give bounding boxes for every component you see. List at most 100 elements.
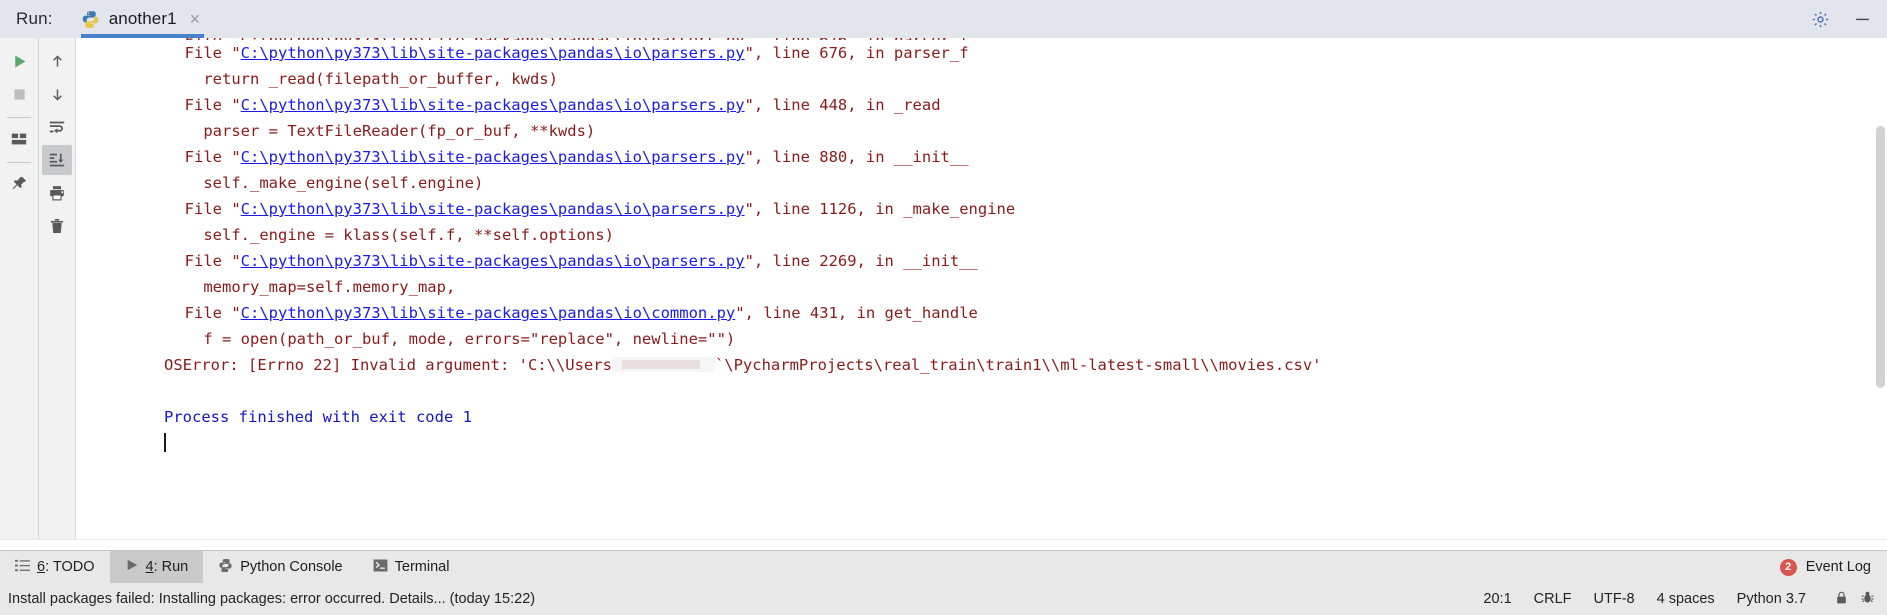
sidebar-item-run[interactable]: 4: Run — [109, 551, 204, 583]
file-prefix: File " — [166, 44, 241, 62]
python-icon — [218, 558, 233, 577]
python-icon — [81, 10, 100, 29]
run-console-output[interactable]: File "C:\python\py373\lib\site-packages\… — [76, 38, 1887, 539]
status-bar: Install packages failed: Installing pack… — [0, 583, 1887, 615]
file-suffix: ", line 2269, in __init__ — [744, 252, 978, 270]
console-exit-line: Process finished with exit code 1 — [76, 404, 1887, 430]
tab-number: 4 — [145, 559, 154, 575]
tool-window-bar: 6: TODO 4: Run Python Console Terminal 2… — [0, 550, 1887, 583]
console-line-file: File "C:\python\py373\lib\site-packages\… — [76, 144, 1887, 170]
console-line-file: File "C:\python\py373\lib\site-packages\… — [76, 40, 1887, 66]
toolbar-divider-2 — [7, 162, 31, 163]
sidebar-item-todo-label: 6: TODO — [37, 559, 95, 575]
tab-text: : Run — [153, 559, 189, 575]
arrow-down-icon[interactable] — [42, 79, 72, 109]
soft-wrap-icon[interactable] — [42, 112, 72, 142]
file-suffix: ", line 1126, in _make_engine — [744, 200, 1016, 218]
sidebar-item-run-label: 4: Run — [146, 559, 189, 575]
file-link[interactable]: C:\python\py373\lib\site-packages\pandas… — [241, 252, 745, 270]
event-log-area: 2 Event Log — [1779, 551, 1887, 583]
run-label: Run: — [16, 9, 53, 28]
console-line-file: File "C:\python\py373\lib\site-packages\… — [76, 92, 1887, 118]
console-line-code: f = open(path_or_buf, mode, errors="repl… — [166, 330, 736, 348]
play-triangle-icon — [125, 558, 139, 576]
rerun-button[interactable] — [4, 46, 34, 76]
pin-icon[interactable] — [4, 169, 34, 199]
event-log-button[interactable]: Event Log — [1806, 559, 1871, 575]
lock-icon[interactable] — [1834, 590, 1849, 609]
gear-icon[interactable] — [1809, 8, 1831, 30]
line-separator[interactable]: CRLF — [1534, 591, 1572, 607]
tab-number: 6 — [37, 559, 46, 575]
console-horizontal-scrollbar[interactable] — [0, 539, 1887, 550]
status-bar-right: 20:1 CRLF UTF-8 4 spaces Python 3.7 — [1483, 590, 1875, 609]
file-link[interactable]: C:\python\py373\lib\site-packages\pandas… — [241, 44, 745, 62]
tab-text: : TODO — [45, 559, 95, 575]
file-suffix: ", line 880, in __init__ — [744, 148, 969, 166]
layout-icon[interactable] — [4, 124, 34, 154]
printer-icon[interactable] — [42, 178, 72, 208]
status-bar-icons — [1834, 590, 1875, 609]
list-icon — [15, 558, 30, 577]
toolwindow-actions — [1809, 0, 1887, 38]
indent-setting[interactable]: 4 spaces — [1657, 591, 1715, 607]
arrow-up-icon[interactable] — [42, 46, 72, 76]
stop-button[interactable] — [4, 79, 34, 109]
scroll-to-end-icon[interactable] — [42, 145, 72, 175]
sidebar-item-terminal-label: Terminal — [394, 559, 450, 575]
run-console-toolbar — [39, 38, 76, 539]
scrollbar-thumb[interactable] — [1876, 126, 1885, 388]
run-content-area: File "C:\python\py373\lib\site-packages\… — [0, 38, 1887, 539]
caret-position[interactable]: 20:1 — [1483, 591, 1511, 607]
file-prefix: File " — [166, 200, 241, 218]
close-icon[interactable]: × — [190, 10, 201, 28]
sidebar-item-todo[interactable]: 6: TODO — [0, 551, 110, 583]
file-suffix: ", line 448, in _read — [744, 96, 941, 114]
error-message-prefix: OSError: [Errno 22] Invalid argument: 'C… — [164, 356, 612, 374]
console-line-code: parser = TextFileReader(fp_or_buf, **kwd… — [166, 122, 596, 140]
minimize-icon[interactable] — [1851, 8, 1873, 30]
console-caret-line — [76, 430, 1887, 456]
console-vertical-scrollbar[interactable] — [1874, 38, 1887, 539]
console-line-file: File "C:\python\py373\lib\site-packages\… — [76, 196, 1887, 222]
console-line-code: return _read(filepath_or_buffer, kwds) — [166, 70, 558, 88]
file-suffix: ", line 431, in get_handle — [735, 304, 978, 322]
terminal-icon — [373, 558, 388, 577]
file-prefix: File " — [166, 96, 241, 114]
pycharm-run-window: Run: another1 × File "C:\python\py373\li… — [0, 0, 1887, 615]
exit-code-text: Process finished with exit code 1 — [164, 408, 472, 426]
run-left-toolbar — [0, 38, 39, 539]
text-caret — [164, 433, 166, 452]
console-error-line: OSError: [Errno 22] Invalid argument: 'C… — [76, 352, 1887, 378]
toolbar-divider — [7, 117, 31, 118]
file-link[interactable]: C:\python\py373\lib\site-packages\pandas… — [241, 304, 736, 322]
console-line-file: File "C:\python\py373\lib\site-packages\… — [76, 248, 1887, 274]
sidebar-item-python-console-label: Python Console — [240, 559, 343, 575]
console-line-code: memory_map=self.memory_map, — [166, 278, 456, 296]
console-lines: File "C:\python\py373\lib\site-packages\… — [76, 40, 1887, 352]
file-link[interactable]: C:\python\py373\lib\site-packages\pandas… — [241, 96, 745, 114]
status-message[interactable]: Install packages failed: Installing pack… — [8, 591, 535, 607]
console-line-code: self._engine = klass(self.f, **self.opti… — [166, 226, 614, 244]
file-prefix: File " — [166, 304, 241, 322]
console-line-file: File "C:\python\py373\lib\site-packages\… — [76, 300, 1887, 326]
error-message-suffix: `\PycharmProjects\real_train\train1\\ml-… — [714, 356, 1322, 374]
status-badge: 2 — [1779, 558, 1797, 576]
file-prefix: File " — [166, 252, 241, 270]
console-line-code: self._make_engine(self.engine) — [166, 174, 484, 192]
sidebar-item-python-console[interactable]: Python Console — [203, 551, 357, 583]
file-link[interactable]: C:\python\py373\lib\site-packages\pandas… — [241, 148, 745, 166]
file-prefix: File " — [166, 148, 241, 166]
run-tab-label: another1 — [108, 9, 177, 28]
file-encoding[interactable]: UTF-8 — [1594, 591, 1635, 607]
run-tab-another1[interactable]: another1 × — [67, 0, 212, 38]
redacted-username — [611, 357, 715, 372]
file-link[interactable]: C:\python\py373\lib\site-packages\pandas… — [241, 200, 745, 218]
bug-icon[interactable] — [1860, 590, 1875, 609]
run-toolwindow-header: Run: another1 × — [0, 0, 1887, 38]
sidebar-item-terminal[interactable]: Terminal — [358, 551, 465, 583]
trash-icon[interactable] — [42, 211, 72, 241]
python-interpreter[interactable]: Python 3.7 — [1737, 591, 1806, 607]
file-suffix: ", line 676, in parser_f — [744, 44, 969, 62]
